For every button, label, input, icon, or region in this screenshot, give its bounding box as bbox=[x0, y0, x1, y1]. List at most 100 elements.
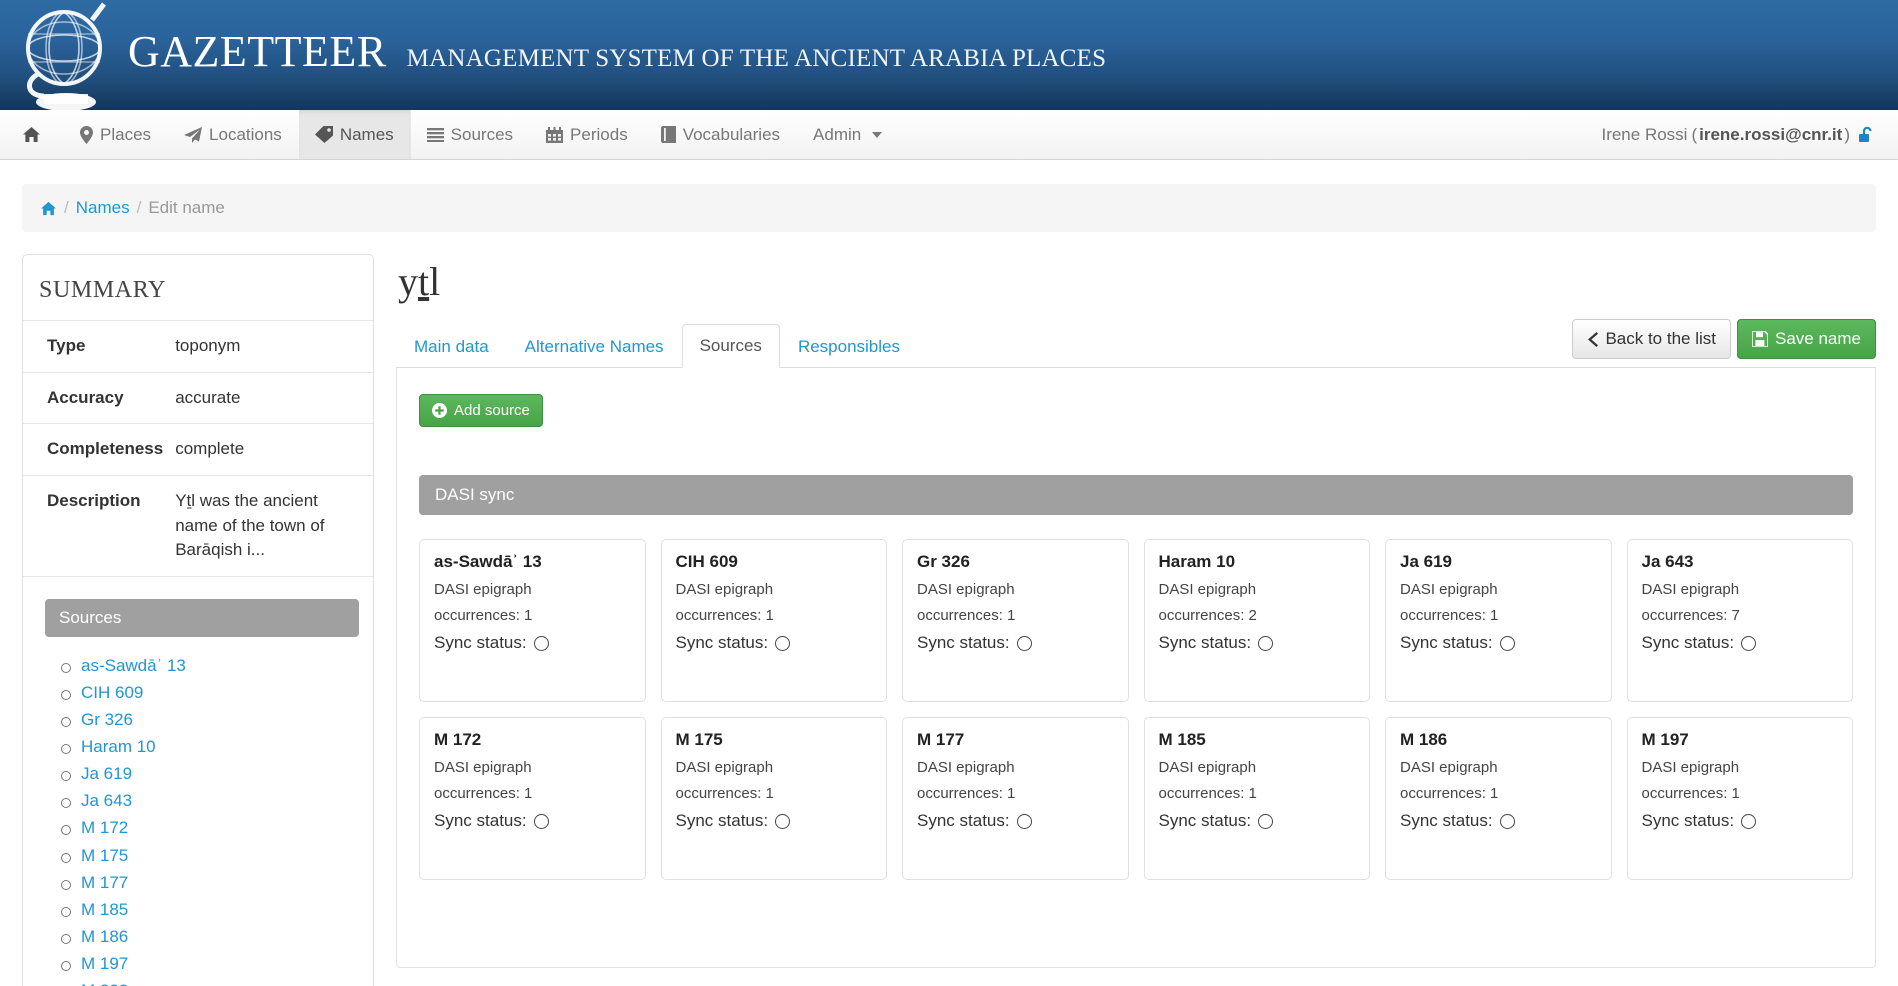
nav-item-admin[interactable]: Admin bbox=[797, 110, 899, 159]
book-icon bbox=[661, 126, 676, 143]
user-email-open: ( bbox=[1691, 125, 1697, 145]
list-item: M 186 bbox=[81, 926, 373, 953]
source-card[interactable]: M 186 DASI epigraph occurrences: 1 Sync … bbox=[1385, 717, 1612, 880]
source-card-occurrences: occurrences: 1 bbox=[917, 607, 1114, 624]
source-card-type: DASI epigraph bbox=[676, 581, 873, 598]
tab-main-data[interactable]: Main data bbox=[396, 325, 507, 368]
source-card[interactable]: as-Sawdāʾ 13 DASI epigraph occurrences: … bbox=[419, 539, 646, 702]
tabs: Main data Alternative Names Sources Resp… bbox=[396, 324, 918, 367]
empty-circle-icon[interactable] bbox=[775, 636, 790, 651]
empty-circle-icon[interactable] bbox=[1500, 814, 1515, 829]
user-email: irene.rossi@cnr.it bbox=[1699, 125, 1842, 145]
table-row: Description Yṯl was the ancient name of … bbox=[23, 475, 373, 576]
sidebar-source-link[interactable]: M 177 bbox=[81, 873, 128, 892]
source-card-occurrences: occurrences: 1 bbox=[1159, 785, 1356, 802]
sidebar-source-link[interactable]: as-Sawdāʾ 13 bbox=[81, 656, 186, 675]
source-card-sync: Sync status: bbox=[1159, 811, 1356, 831]
dasi-sync-heading: DASI sync bbox=[419, 475, 1853, 515]
sidebar-source-link[interactable]: Gr 326 bbox=[81, 710, 133, 729]
empty-circle-icon[interactable] bbox=[534, 814, 549, 829]
sidebar-source-link[interactable]: M 186 bbox=[81, 927, 128, 946]
tab-responsibles[interactable]: Responsibles bbox=[780, 325, 918, 368]
sidebar-source-link[interactable]: M 172 bbox=[81, 818, 128, 837]
list-item: CIH 609 bbox=[81, 682, 373, 709]
source-card[interactable]: M 197 DASI epigraph occurrences: 1 Sync … bbox=[1627, 717, 1854, 880]
tag-icon bbox=[315, 126, 333, 143]
source-card-title: M 197 bbox=[1642, 730, 1839, 750]
sidebar-source-link[interactable]: M 222 bbox=[81, 981, 128, 986]
source-card[interactable]: M 175 DASI epigraph occurrences: 1 Sync … bbox=[661, 717, 888, 880]
source-card-title: CIH 609 bbox=[676, 552, 873, 572]
nav-item-locations[interactable]: Locations bbox=[168, 110, 299, 159]
source-card[interactable]: Haram 10 DASI epigraph occurrences: 2 Sy… bbox=[1144, 539, 1371, 702]
empty-circle-icon[interactable] bbox=[1258, 636, 1273, 651]
empty-circle-icon[interactable] bbox=[1741, 636, 1756, 651]
source-card[interactable]: Ja 619 DASI epigraph occurrences: 1 Sync… bbox=[1385, 539, 1612, 702]
source-card[interactable]: M 177 DASI epigraph occurrences: 1 Sync … bbox=[902, 717, 1129, 880]
source-cards-grid: as-Sawdāʾ 13 DASI epigraph occurrences: … bbox=[419, 539, 1853, 880]
summary-value: toponym bbox=[169, 321, 373, 373]
source-card-title: M 175 bbox=[676, 730, 873, 750]
source-card-occurrences: occurrences: 2 bbox=[1159, 607, 1356, 624]
source-card-occurrences: occurrences: 1 bbox=[434, 785, 631, 802]
tabs-bar: Main data Alternative Names Sources Resp… bbox=[396, 319, 1876, 368]
add-source-button[interactable]: Add source bbox=[419, 394, 543, 427]
tab-alternative-names[interactable]: Alternative Names bbox=[507, 325, 682, 368]
source-card-occurrences: occurrences: 1 bbox=[1642, 785, 1839, 802]
sidebar-source-link[interactable]: Haram 10 bbox=[81, 737, 156, 756]
source-card[interactable]: M 185 DASI epigraph occurrences: 1 Sync … bbox=[1144, 717, 1371, 880]
source-card[interactable]: Ja 643 DASI epigraph occurrences: 7 Sync… bbox=[1627, 539, 1854, 702]
sidebar-source-link[interactable]: Ja 643 bbox=[81, 791, 132, 810]
sidebar-source-link[interactable]: Ja 619 bbox=[81, 764, 132, 783]
empty-circle-icon[interactable] bbox=[1500, 636, 1515, 651]
nav-item-periods[interactable]: Periods bbox=[530, 110, 645, 159]
breadcrumb-current: Edit name bbox=[148, 198, 225, 218]
empty-circle-icon[interactable] bbox=[775, 814, 790, 829]
empty-circle-icon[interactable] bbox=[1017, 636, 1032, 651]
nav-item-label: Vocabularies bbox=[683, 125, 780, 145]
empty-circle-icon[interactable] bbox=[534, 636, 549, 651]
source-card-sync: Sync status: bbox=[434, 633, 631, 653]
empty-circle-icon[interactable] bbox=[1258, 814, 1273, 829]
summary-sidebar: SUMMARY Type toponym Accuracy accurate C… bbox=[22, 254, 374, 986]
sidebar-source-link[interactable]: CIH 609 bbox=[81, 683, 143, 702]
sidebar-source-link[interactable]: M 185 bbox=[81, 900, 128, 919]
user-account-info[interactable]: Irene Rossi ( irene.rossi@cnr.it ) bbox=[1601, 110, 1898, 159]
nav-item-sources[interactable]: Sources bbox=[411, 110, 530, 159]
source-card-title: Ja 619 bbox=[1400, 552, 1597, 572]
breadcrumb-home-icon[interactable] bbox=[40, 201, 57, 216]
back-to-list-button[interactable]: Back to the list bbox=[1572, 319, 1731, 359]
source-card[interactable]: M 172 DASI epigraph occurrences: 1 Sync … bbox=[419, 717, 646, 880]
page-title: ytl bbox=[398, 258, 1876, 305]
sidebar-source-link[interactable]: M 175 bbox=[81, 846, 128, 865]
table-row: Completeness complete bbox=[23, 424, 373, 476]
nav-item-places[interactable]: Places bbox=[64, 110, 168, 159]
plus-circle-icon bbox=[432, 403, 447, 418]
source-card-type: DASI epigraph bbox=[1400, 759, 1597, 776]
breadcrumb-parent-link[interactable]: Names bbox=[76, 198, 130, 218]
save-name-button[interactable]: Save name bbox=[1737, 319, 1876, 359]
paper-plane-icon bbox=[184, 127, 202, 143]
list-item: M 185 bbox=[81, 899, 373, 926]
sidebar-item-home[interactable] bbox=[0, 110, 64, 159]
source-card[interactable]: Gr 326 DASI epigraph occurrences: 1 Sync… bbox=[902, 539, 1129, 702]
source-card-sync: Sync status: bbox=[1400, 633, 1597, 653]
unlock-icon[interactable] bbox=[1858, 126, 1876, 144]
nav-item-label: Locations bbox=[209, 125, 282, 145]
source-card-sync: Sync status: bbox=[676, 811, 873, 831]
nav-item-vocabularies[interactable]: Vocabularies bbox=[645, 110, 797, 159]
breadcrumb-separator: / bbox=[137, 198, 142, 218]
source-card[interactable]: CIH 609 DASI epigraph occurrences: 1 Syn… bbox=[661, 539, 888, 702]
source-card-type: DASI epigraph bbox=[1400, 581, 1597, 598]
sync-status-label: Sync status: bbox=[1400, 811, 1493, 831]
breadcrumb: / Names / Edit name bbox=[22, 184, 1876, 232]
empty-circle-icon[interactable] bbox=[1017, 814, 1032, 829]
sources-tab-panel: Add source DASI sync as-Sawdāʾ 13 DASI e… bbox=[396, 368, 1876, 968]
list-item: as-Sawdāʾ 13 bbox=[81, 655, 373, 682]
source-card-title: M 172 bbox=[434, 730, 631, 750]
nav-item-names[interactable]: Names bbox=[299, 110, 411, 159]
empty-circle-icon[interactable] bbox=[1741, 814, 1756, 829]
sidebar-source-link[interactable]: M 197 bbox=[81, 954, 128, 973]
summary-key: Accuracy bbox=[23, 372, 169, 424]
tab-sources[interactable]: Sources bbox=[682, 324, 780, 368]
